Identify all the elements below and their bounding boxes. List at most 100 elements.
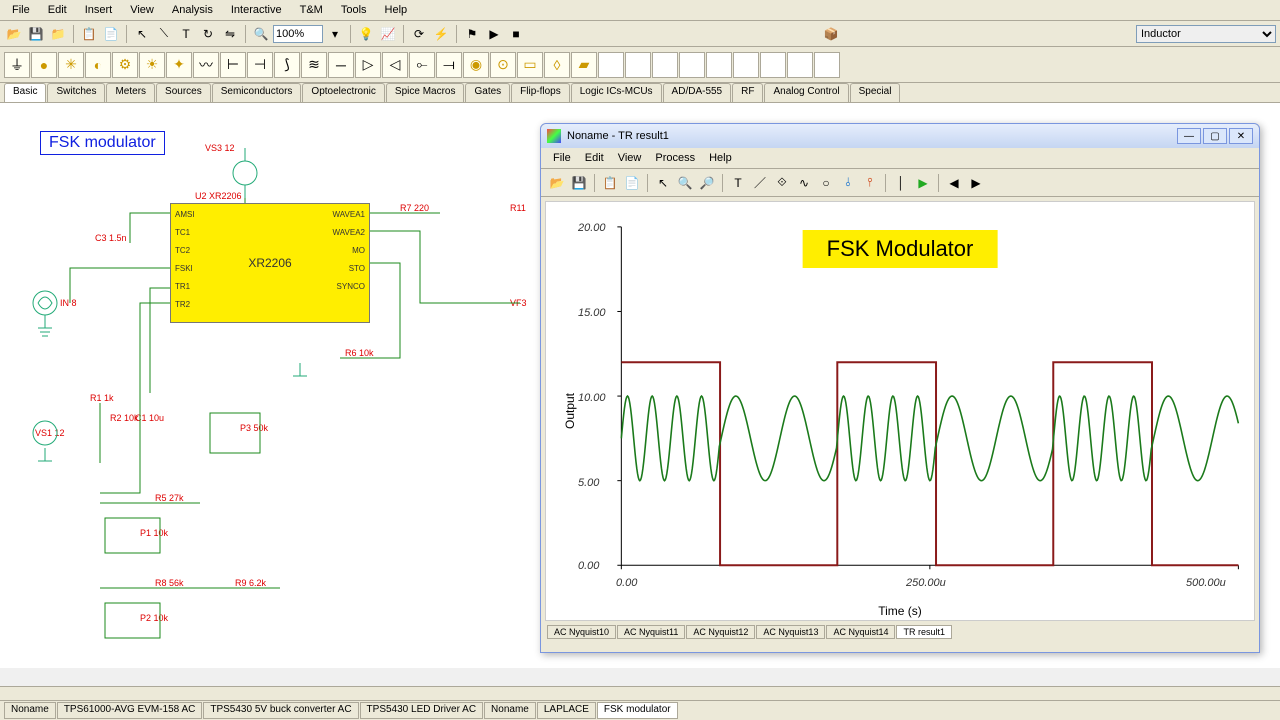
xaxis-icon[interactable]: ⫰ xyxy=(838,173,858,193)
comp-star-icon[interactable]: ✦ xyxy=(166,52,192,78)
schematic-canvas[interactable]: FSK modulator VS3 12 U2 XR2206 XR2206 AM… xyxy=(0,103,1280,668)
doc-tab[interactable]: TPS61000-AVG EVM-158 AC xyxy=(57,702,203,719)
menu-edit[interactable]: Edit xyxy=(40,2,75,18)
comp-inductor-icon[interactable]: ⟆ xyxy=(274,52,300,78)
pointer-icon[interactable]: ↖ xyxy=(653,173,673,193)
copy-icon[interactable]: 📋 xyxy=(79,24,99,44)
tr-tab[interactable]: AC Nyquist14 xyxy=(826,625,895,639)
comp-chip-icon[interactable]: ◊ xyxy=(544,52,570,78)
comp-empty[interactable] xyxy=(814,52,840,78)
doc-tab[interactable]: LAPLACE xyxy=(537,702,596,719)
comp-bulb2-icon[interactable]: ◐ xyxy=(85,52,111,78)
comp-relay-icon[interactable]: ⟞ xyxy=(436,52,462,78)
tr-plot[interactable]: FSK Modulator Output Time (s) 20.00 15.0… xyxy=(545,201,1255,621)
comp-empty[interactable] xyxy=(760,52,786,78)
doc-tab[interactable]: Noname xyxy=(484,702,536,719)
menu-insert[interactable]: Insert xyxy=(77,2,121,18)
tab-rf[interactable]: RF xyxy=(732,83,763,102)
hscrollbar[interactable] xyxy=(0,686,1280,700)
line-icon[interactable]: ／ xyxy=(750,173,770,193)
tr-tab-active[interactable]: TR result1 xyxy=(896,625,952,639)
menu-analysis[interactable]: Analysis xyxy=(164,2,221,18)
doc-tab-active[interactable]: FSK modulator xyxy=(597,702,678,719)
tab-basic[interactable]: Basic xyxy=(4,83,46,102)
doc-tab[interactable]: Noname xyxy=(4,702,56,719)
comp-bulb3-icon[interactable]: ◉ xyxy=(463,52,489,78)
doc-tab[interactable]: TPS5430 5V buck converter AC xyxy=(203,702,358,719)
menu-tools[interactable]: Tools xyxy=(333,2,375,18)
comp-sun-icon[interactable]: ☀ xyxy=(139,52,165,78)
comp-cap-icon[interactable]: ⊢ xyxy=(220,52,246,78)
comp-cap2-icon[interactable]: ⊣ xyxy=(247,52,273,78)
close-icon[interactable]: ✕ xyxy=(1229,128,1253,144)
tab-optoelectronic[interactable]: Optoelectronic xyxy=(302,83,384,102)
menu-interactive[interactable]: Interactive xyxy=(223,2,290,18)
tr-copy-icon[interactable]: 📋 xyxy=(600,173,620,193)
run-icon[interactable]: ▶ xyxy=(484,24,504,44)
tab-gates[interactable]: Gates xyxy=(465,83,510,102)
tr-menu-edit[interactable]: Edit xyxy=(579,150,610,166)
tab-analog[interactable]: Analog Control xyxy=(764,83,848,102)
comp-empty[interactable] xyxy=(787,52,813,78)
type-icon[interactable]: 📦 xyxy=(821,24,841,44)
comp-bulb-icon[interactable]: ● xyxy=(31,52,57,78)
bolt-icon[interactable]: ⚡ xyxy=(431,24,451,44)
open-icon[interactable]: 📂 xyxy=(4,24,24,44)
tr-save-icon[interactable]: 💾 xyxy=(569,173,589,193)
tr-paste-icon[interactable]: 📄 xyxy=(622,173,642,193)
tab-switches[interactable]: Switches xyxy=(47,83,105,102)
tr-result-window[interactable]: Noname - TR result1 — ▢ ✕ File Edit View… xyxy=(540,123,1260,653)
maximize-icon[interactable]: ▢ xyxy=(1203,128,1227,144)
comp-resistor-icon[interactable]: 〰 xyxy=(193,52,219,78)
comp-wire-icon[interactable]: ─ xyxy=(328,52,354,78)
tr-menu-view[interactable]: View xyxy=(612,150,648,166)
tr-tab[interactable]: AC Nyquist11 xyxy=(617,625,685,639)
zoom-input[interactable] xyxy=(273,25,323,43)
menu-help[interactable]: Help xyxy=(377,2,416,18)
menu-view[interactable]: View xyxy=(122,2,162,18)
prev-icon[interactable]: ◀ xyxy=(944,173,964,193)
text-icon[interactable]: T xyxy=(176,24,196,44)
comp-block-icon[interactable]: ▭ xyxy=(517,52,543,78)
component-dropdown[interactable]: Inductor xyxy=(1136,25,1276,43)
text-icon[interactable]: T xyxy=(728,173,748,193)
stop-icon[interactable]: ■ xyxy=(506,24,526,44)
tab-logic[interactable]: Logic ICs-MCUs xyxy=(571,83,662,102)
comp-trans-icon[interactable]: ≋ xyxy=(301,52,327,78)
mirror-icon[interactable]: ⇋ xyxy=(220,24,240,44)
wire-icon[interactable]: ⟍ xyxy=(154,24,174,44)
curve-icon[interactable]: ∿ xyxy=(794,173,814,193)
tab-spice-macros[interactable]: Spice Macros xyxy=(386,83,465,102)
tab-sources[interactable]: Sources xyxy=(156,83,211,102)
comp-empty[interactable] xyxy=(598,52,624,78)
tr-titlebar[interactable]: Noname - TR result1 — ▢ ✕ xyxy=(541,124,1259,148)
comp-empty[interactable] xyxy=(706,52,732,78)
yaxis-icon[interactable]: ⫯ xyxy=(860,173,880,193)
zoom-icon[interactable]: 🔍 xyxy=(675,173,695,193)
marker-icon[interactable]: ⟐ xyxy=(772,173,792,193)
comp-ground-icon[interactable]: ⏚ xyxy=(4,52,30,78)
refresh-icon[interactable]: ⟳ xyxy=(409,24,429,44)
save-icon[interactable]: 💾 xyxy=(26,24,46,44)
tab-special[interactable]: Special xyxy=(850,83,901,102)
circle-icon[interactable]: ○ xyxy=(816,173,836,193)
sep-icon[interactable]: │ xyxy=(891,173,911,193)
zoom-icon[interactable]: 🔍 xyxy=(251,24,271,44)
next-icon[interactable]: ▶ xyxy=(966,173,986,193)
tr-open-icon[interactable]: 📂 xyxy=(547,173,567,193)
flag-icon[interactable]: ⚑ xyxy=(462,24,482,44)
comp-empty[interactable] xyxy=(733,52,759,78)
play-icon[interactable]: ▶ xyxy=(913,173,933,193)
close-icon[interactable]: 📁 xyxy=(48,24,68,44)
tab-semiconductors[interactable]: Semiconductors xyxy=(212,83,302,102)
paste-icon[interactable]: 📄 xyxy=(101,24,121,44)
menu-tm[interactable]: T&M xyxy=(292,2,331,18)
comp-empty[interactable] xyxy=(625,52,651,78)
doc-tab[interactable]: TPS5430 LED Driver AC xyxy=(360,702,484,719)
comp-empty[interactable] xyxy=(679,52,705,78)
comp-diode-icon[interactable]: ▷ xyxy=(355,52,381,78)
minimize-icon[interactable]: — xyxy=(1177,128,1201,144)
menu-file[interactable]: File xyxy=(4,2,38,18)
tab-meters[interactable]: Meters xyxy=(106,83,155,102)
comp-gear-icon[interactable]: ⚙ xyxy=(112,52,138,78)
